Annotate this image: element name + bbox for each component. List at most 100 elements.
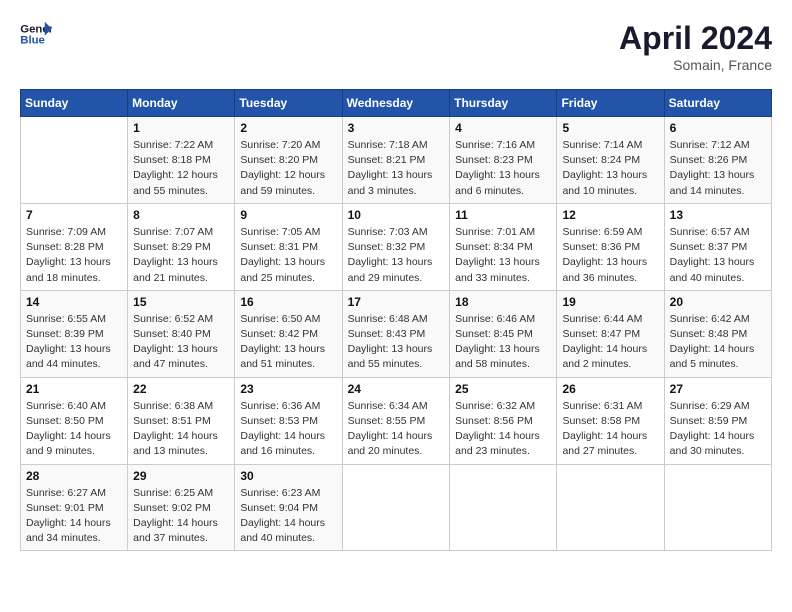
- day-info: Sunrise: 6:55 AM Sunset: 8:39 PM Dayligh…: [26, 312, 122, 373]
- month-year-title: April 2024: [619, 20, 772, 57]
- calendar-cell: 25 Sunrise: 6:32 AM Sunset: 8:56 PM Dayli…: [450, 377, 557, 464]
- calendar-cell: 7 Sunrise: 7:09 AM Sunset: 8:28 PM Daylig…: [21, 203, 128, 290]
- calendar-cell: 26 Sunrise: 6:31 AM Sunset: 8:58 PM Dayli…: [557, 377, 664, 464]
- calendar-cell: 28 Sunrise: 6:27 AM Sunset: 9:01 PM Dayli…: [21, 464, 128, 551]
- calendar-cell: 19 Sunrise: 6:44 AM Sunset: 8:47 PM Dayli…: [557, 290, 664, 377]
- day-info: Sunrise: 6:23 AM Sunset: 9:04 PM Dayligh…: [240, 486, 336, 547]
- weekday-header-cell: Monday: [128, 90, 235, 117]
- day-info: Sunrise: 7:01 AM Sunset: 8:34 PM Dayligh…: [455, 225, 551, 286]
- day-info: Sunrise: 6:44 AM Sunset: 8:47 PM Dayligh…: [562, 312, 658, 373]
- day-number: 1: [133, 121, 229, 135]
- day-number: 10: [348, 208, 445, 222]
- day-info: Sunrise: 6:57 AM Sunset: 8:37 PM Dayligh…: [670, 225, 766, 286]
- location-subtitle: Somain, France: [619, 57, 772, 73]
- day-number: 28: [26, 469, 122, 483]
- weekday-header-row: SundayMondayTuesdayWednesdayThursdayFrid…: [21, 90, 772, 117]
- day-number: 5: [562, 121, 658, 135]
- calendar-week-row: 14 Sunrise: 6:55 AM Sunset: 8:39 PM Dayli…: [21, 290, 772, 377]
- day-number: 12: [562, 208, 658, 222]
- day-info: Sunrise: 6:38 AM Sunset: 8:51 PM Dayligh…: [133, 399, 229, 460]
- day-info: Sunrise: 6:46 AM Sunset: 8:45 PM Dayligh…: [455, 312, 551, 373]
- calendar-cell: 21 Sunrise: 6:40 AM Sunset: 8:50 PM Dayli…: [21, 377, 128, 464]
- day-info: Sunrise: 7:14 AM Sunset: 8:24 PM Dayligh…: [562, 138, 658, 199]
- day-info: Sunrise: 7:05 AM Sunset: 8:31 PM Dayligh…: [240, 225, 336, 286]
- day-number: 16: [240, 295, 336, 309]
- day-number: 24: [348, 382, 445, 396]
- day-info: Sunrise: 6:32 AM Sunset: 8:56 PM Dayligh…: [455, 399, 551, 460]
- calendar-cell: 4Sunrise: 7:16 AM Sunset: 8:23 PM Daylig…: [450, 117, 557, 204]
- calendar-cell: 22 Sunrise: 6:38 AM Sunset: 8:51 PM Dayli…: [128, 377, 235, 464]
- day-info: Sunrise: 7:22 AM Sunset: 8:18 PM Dayligh…: [133, 138, 229, 199]
- day-info: Sunrise: 6:52 AM Sunset: 8:40 PM Dayligh…: [133, 312, 229, 373]
- calendar-cell: 27 Sunrise: 6:29 AM Sunset: 8:59 PM Dayli…: [664, 377, 771, 464]
- weekday-header-cell: Friday: [557, 90, 664, 117]
- day-number: 29: [133, 469, 229, 483]
- day-number: 7: [26, 208, 122, 222]
- day-info: Sunrise: 6:50 AM Sunset: 8:42 PM Dayligh…: [240, 312, 336, 373]
- day-info: Sunrise: 6:40 AM Sunset: 8:50 PM Dayligh…: [26, 399, 122, 460]
- title-block: April 2024 Somain, France: [619, 20, 772, 73]
- calendar-week-row: 7 Sunrise: 7:09 AM Sunset: 8:28 PM Daylig…: [21, 203, 772, 290]
- calendar-table: SundayMondayTuesdayWednesdayThursdayFrid…: [20, 89, 772, 551]
- calendar-cell: 6 Sunrise: 7:12 AM Sunset: 8:26 PM Daylig…: [664, 117, 771, 204]
- day-info: Sunrise: 6:27 AM Sunset: 9:01 PM Dayligh…: [26, 486, 122, 547]
- day-number: 30: [240, 469, 336, 483]
- day-number: 19: [562, 295, 658, 309]
- calendar-cell: 15 Sunrise: 6:52 AM Sunset: 8:40 PM Dayli…: [128, 290, 235, 377]
- calendar-body: 1 Sunrise: 7:22 AM Sunset: 8:18 PM Daylig…: [21, 117, 772, 551]
- day-number: 8: [133, 208, 229, 222]
- calendar-cell: 23 Sunrise: 6:36 AM Sunset: 8:53 PM Dayli…: [235, 377, 342, 464]
- calendar-cell: 30 Sunrise: 6:23 AM Sunset: 9:04 PM Dayli…: [235, 464, 342, 551]
- day-info: Sunrise: 6:29 AM Sunset: 8:59 PM Dayligh…: [670, 399, 766, 460]
- day-info: Sunrise: 6:36 AM Sunset: 8:53 PM Dayligh…: [240, 399, 336, 460]
- day-info: Sunrise: 7:18 AM Sunset: 8:21 PM Dayligh…: [348, 138, 445, 199]
- calendar-cell: 2Sunrise: 7:20 AM Sunset: 8:20 PM Daylig…: [235, 117, 342, 204]
- day-info: Sunrise: 6:48 AM Sunset: 8:43 PM Dayligh…: [348, 312, 445, 373]
- day-number: 27: [670, 382, 766, 396]
- calendar-cell: [342, 464, 450, 551]
- weekday-header-cell: Sunday: [21, 90, 128, 117]
- weekday-header-cell: Tuesday: [235, 90, 342, 117]
- day-info: Sunrise: 7:03 AM Sunset: 8:32 PM Dayligh…: [348, 225, 445, 286]
- weekday-header-cell: Wednesday: [342, 90, 450, 117]
- day-info: Sunrise: 7:16 AM Sunset: 8:23 PM Dayligh…: [455, 138, 551, 199]
- day-number: 22: [133, 382, 229, 396]
- calendar-cell: [21, 117, 128, 204]
- day-info: Sunrise: 6:42 AM Sunset: 8:48 PM Dayligh…: [670, 312, 766, 373]
- svg-text:Blue: Blue: [20, 35, 45, 47]
- day-info: Sunrise: 7:12 AM Sunset: 8:26 PM Dayligh…: [670, 138, 766, 199]
- calendar-cell: [557, 464, 664, 551]
- day-number: 17: [348, 295, 445, 309]
- calendar-cell: 16 Sunrise: 6:50 AM Sunset: 8:42 PM Dayli…: [235, 290, 342, 377]
- day-number: 11: [455, 208, 551, 222]
- day-number: 21: [26, 382, 122, 396]
- calendar-cell: 11 Sunrise: 7:01 AM Sunset: 8:34 PM Dayli…: [450, 203, 557, 290]
- day-info: Sunrise: 6:25 AM Sunset: 9:02 PM Dayligh…: [133, 486, 229, 547]
- calendar-cell: [664, 464, 771, 551]
- day-number: 23: [240, 382, 336, 396]
- day-number: 25: [455, 382, 551, 396]
- calendar-cell: 12 Sunrise: 6:59 AM Sunset: 8:36 PM Dayli…: [557, 203, 664, 290]
- day-number: 26: [562, 382, 658, 396]
- calendar-cell: 20Sunrise: 6:42 AM Sunset: 8:48 PM Dayli…: [664, 290, 771, 377]
- calendar-cell: 5 Sunrise: 7:14 AM Sunset: 8:24 PM Daylig…: [557, 117, 664, 204]
- day-info: Sunrise: 6:34 AM Sunset: 8:55 PM Dayligh…: [348, 399, 445, 460]
- calendar-cell: 17 Sunrise: 6:48 AM Sunset: 8:43 PM Dayli…: [342, 290, 450, 377]
- calendar-week-row: 21 Sunrise: 6:40 AM Sunset: 8:50 PM Dayli…: [21, 377, 772, 464]
- calendar-week-row: 28 Sunrise: 6:27 AM Sunset: 9:01 PM Dayli…: [21, 464, 772, 551]
- logo-icon: General Blue: [20, 20, 52, 48]
- logo: General Blue: [20, 20, 52, 48]
- day-number: 6: [670, 121, 766, 135]
- day-number: 15: [133, 295, 229, 309]
- calendar-cell: 9Sunrise: 7:05 AM Sunset: 8:31 PM Daylig…: [235, 203, 342, 290]
- day-info: Sunrise: 7:09 AM Sunset: 8:28 PM Dayligh…: [26, 225, 122, 286]
- day-info: Sunrise: 6:59 AM Sunset: 8:36 PM Dayligh…: [562, 225, 658, 286]
- calendar-cell: 29 Sunrise: 6:25 AM Sunset: 9:02 PM Dayli…: [128, 464, 235, 551]
- day-info: Sunrise: 6:31 AM Sunset: 8:58 PM Dayligh…: [562, 399, 658, 460]
- calendar-cell: 8Sunrise: 7:07 AM Sunset: 8:29 PM Daylig…: [128, 203, 235, 290]
- day-info: Sunrise: 7:20 AM Sunset: 8:20 PM Dayligh…: [240, 138, 336, 199]
- day-number: 13: [670, 208, 766, 222]
- day-number: 14: [26, 295, 122, 309]
- calendar-cell: [450, 464, 557, 551]
- day-number: 3: [348, 121, 445, 135]
